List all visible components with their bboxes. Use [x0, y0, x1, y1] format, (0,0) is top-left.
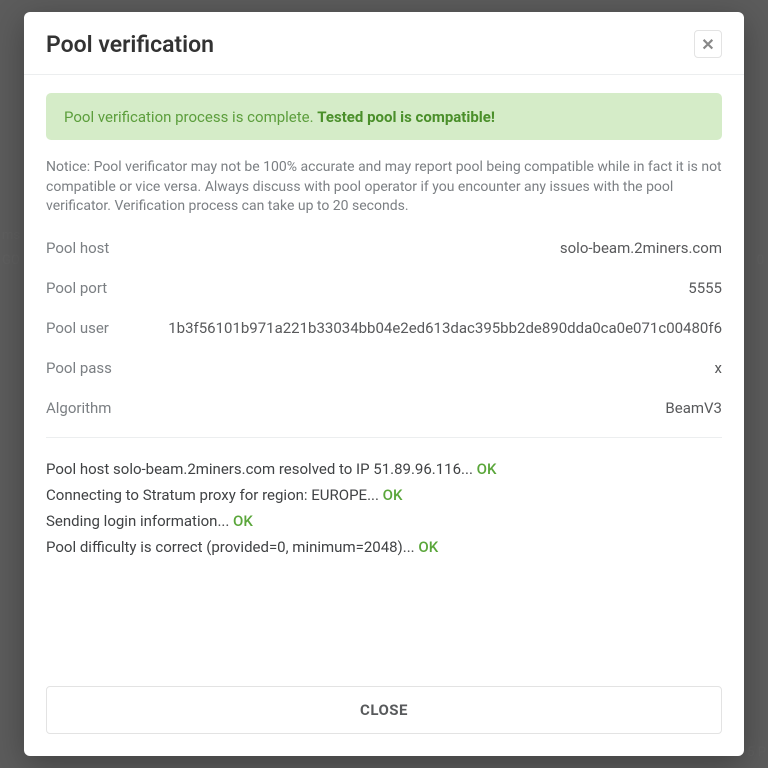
- log-line: Pool difficulty is correct (provided=0, …: [46, 538, 722, 556]
- log-status-ok: OK: [233, 512, 253, 530]
- modal-title: Pool verification: [46, 31, 214, 58]
- pool-verification-modal: Pool verification ✕ Pool verification pr…: [24, 12, 744, 756]
- modal-header: Pool verification ✕: [24, 12, 744, 75]
- log-status-ok: OK: [418, 538, 438, 556]
- detail-row-pass: Pool pass x: [46, 359, 722, 377]
- alert-pre-text: Pool verification process is complete.: [64, 108, 317, 126]
- pool-details: Pool host solo-beam.2miners.com Pool por…: [46, 239, 722, 438]
- close-action-button[interactable]: CLOSE: [46, 686, 722, 734]
- detail-label: Pool host: [46, 239, 109, 257]
- detail-value: 5555: [688, 279, 722, 297]
- log-line: Connecting to Stratum proxy for region: …: [46, 486, 722, 504]
- detail-label: Algorithm: [46, 399, 111, 417]
- log-status-ok: OK: [383, 486, 403, 504]
- alert-bold-text: Tested pool is compatible!: [317, 108, 495, 126]
- detail-label: Pool pass: [46, 359, 112, 377]
- log-line: Pool host solo-beam.2miners.com resolved…: [46, 460, 722, 478]
- log-text: Sending login information...: [46, 512, 233, 530]
- notice-text: Notice: Pool verificator may not be 100%…: [46, 158, 722, 217]
- detail-row-algorithm: Algorithm BeamV3: [46, 399, 722, 417]
- success-alert: Pool verification process is complete. T…: [46, 93, 722, 140]
- detail-value: 1b3f56101b971a221b33034bb04e2ed613dac395…: [168, 319, 722, 337]
- detail-row-port: Pool port 5555: [46, 279, 722, 297]
- log-text: Pool host solo-beam.2miners.com resolved…: [46, 460, 477, 478]
- log-line: Sending login information... OK: [46, 512, 722, 530]
- detail-label: Pool user: [46, 319, 109, 337]
- log-text: Connecting to Stratum proxy for region: …: [46, 486, 383, 504]
- close-button[interactable]: ✕: [694, 30, 722, 58]
- close-icon: ✕: [701, 35, 714, 54]
- modal-body: Pool verification process is complete. T…: [24, 75, 744, 672]
- detail-value: BeamV3: [665, 399, 722, 417]
- detail-row-user: Pool user 1b3f56101b971a221b33034bb04e2e…: [46, 319, 722, 337]
- log-text: Pool difficulty is correct (provided=0, …: [46, 538, 418, 556]
- verification-log: Pool host solo-beam.2miners.com resolved…: [46, 460, 722, 556]
- detail-row-host: Pool host solo-beam.2miners.com: [46, 239, 722, 257]
- log-status-ok: OK: [477, 460, 497, 478]
- modal-footer: CLOSE: [24, 672, 744, 756]
- detail-value: x: [715, 359, 722, 377]
- detail-label: Pool port: [46, 279, 107, 297]
- detail-value: solo-beam.2miners.com: [560, 239, 722, 257]
